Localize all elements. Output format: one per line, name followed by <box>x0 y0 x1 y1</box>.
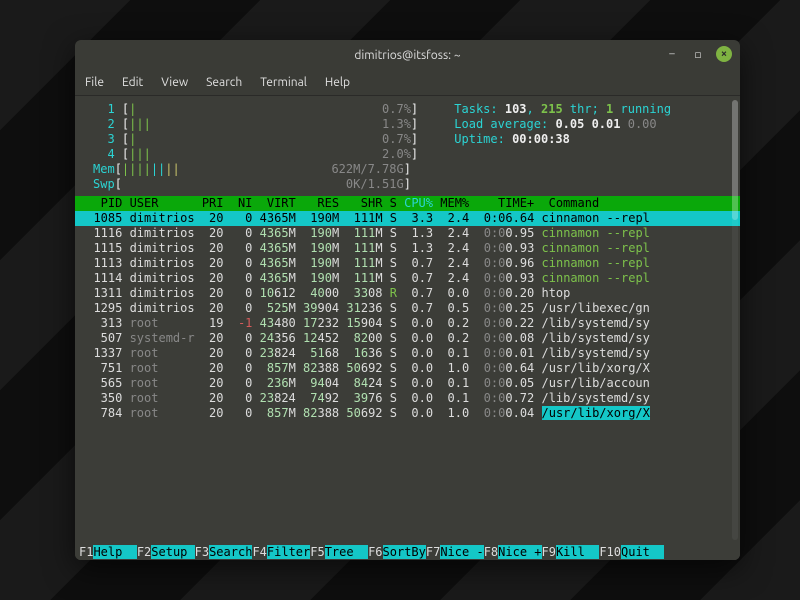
scrollbar-thumb[interactable] <box>732 100 738 220</box>
process-row[interactable]: 507 systemd-r 20 0 24356 12452 8200 S 0.… <box>75 331 740 346</box>
close-button[interactable]: × <box>716 46 732 62</box>
minimize-button[interactable]: – <box>664 46 680 62</box>
process-row[interactable]: 1085 dimitrios 20 0 4365M 190M 111M S 3.… <box>75 211 740 226</box>
fkey-bar[interactable]: F1Help F2Setup F3SearchF4FilterF5Tree F6… <box>75 545 740 560</box>
process-row[interactable]: 1116 dimitrios 20 0 4365M 190M 111M S 1.… <box>75 226 740 241</box>
htop-meters: 1 [| 0.7%] Tasks: 103, 215 thr; 1 runnin… <box>75 102 740 192</box>
maximize-button[interactable]: ▫ <box>690 46 706 62</box>
titlebar[interactable]: dimitrios@itsfoss: ~ – ▫ × <box>75 40 740 70</box>
menu-file[interactable]: File <box>85 76 104 89</box>
process-row[interactable]: 751 root 20 0 857M 82388 50692 S 0.0 1.0… <box>75 361 740 376</box>
window-controls: – ▫ × <box>664 46 732 62</box>
process-row[interactable]: 1311 dimitrios 20 0 10612 4000 3308 R 0.… <box>75 286 740 301</box>
process-row[interactable]: 565 root 20 0 236M 9404 8424 S 0.0 0.1 0… <box>75 376 740 391</box>
menu-edit[interactable]: Edit <box>122 76 143 89</box>
process-row[interactable]: 1115 dimitrios 20 0 4365M 190M 111M S 1.… <box>75 241 740 256</box>
menu-view[interactable]: View <box>161 76 188 89</box>
menu-terminal[interactable]: Terminal <box>260 76 307 89</box>
process-row[interactable]: 1113 dimitrios 20 0 4365M 190M 111M S 0.… <box>75 256 740 271</box>
process-row[interactable]: 1295 dimitrios 20 0 525M 39904 31236 S 0… <box>75 301 740 316</box>
terminal-window: dimitrios@itsfoss: ~ – ▫ × File Edit Vie… <box>75 40 740 560</box>
process-row[interactable]: 313 root 19 -1 43480 17232 15904 S 0.0 0… <box>75 316 740 331</box>
process-row[interactable]: 350 root 20 0 23824 7492 3976 S 0.0 0.1 … <box>75 391 740 406</box>
terminal-output[interactable]: 1 [| 0.7%] Tasks: 103, 215 thr; 1 runnin… <box>75 96 740 560</box>
process-row[interactable]: 1114 dimitrios 20 0 4365M 190M 111M S 0.… <box>75 271 740 286</box>
process-row[interactable]: 1337 root 20 0 23824 5168 1636 S 0.0 0.1… <box>75 346 740 361</box>
process-row[interactable]: 784 root 20 0 857M 82388 50692 S 0.0 1.0… <box>75 406 740 421</box>
window-title: dimitrios@itsfoss: ~ <box>354 49 460 62</box>
menu-search[interactable]: Search <box>206 76 242 89</box>
menubar: File Edit View Search Terminal Help <box>75 70 740 96</box>
process-list[interactable]: 1085 dimitrios 20 0 4365M 190M 111M S 3.… <box>75 211 740 421</box>
menu-help[interactable]: Help <box>325 76 350 89</box>
process-header[interactable]: PID USER PRI NI VIRT RES SHR S CPU% MEM%… <box>75 196 740 211</box>
